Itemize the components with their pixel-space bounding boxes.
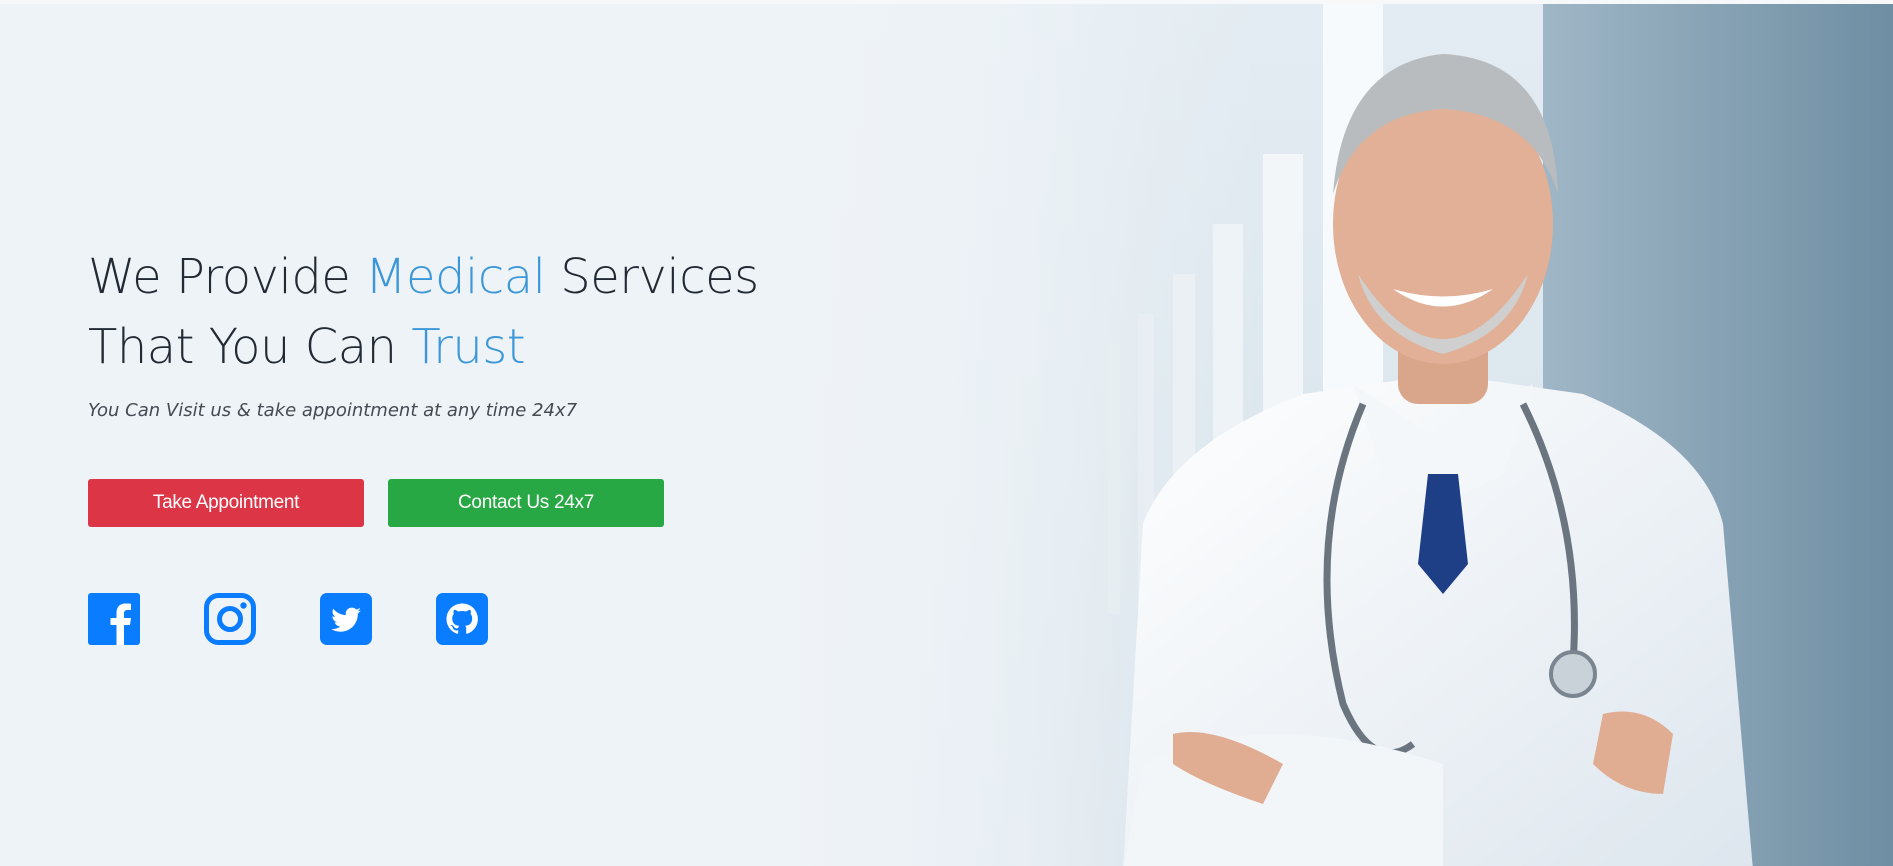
headline-line1-suffix: Services bbox=[545, 249, 759, 305]
hero-section: We Provide Medical Services That You Can… bbox=[0, 0, 1893, 866]
github-icon bbox=[436, 593, 488, 645]
instagram-link[interactable] bbox=[204, 593, 256, 645]
doctor-photo bbox=[743, 4, 1893, 866]
twitter-link[interactable] bbox=[320, 593, 372, 645]
headline-line2-prefix: That You Can bbox=[88, 319, 412, 375]
social-links bbox=[88, 593, 808, 645]
twitter-icon bbox=[320, 593, 372, 645]
headline-accent-trust: Trust bbox=[411, 319, 526, 375]
hero-subtitle: You Can Visit us & take appointment at a… bbox=[88, 400, 578, 421]
hero-buttons: Take Appointment Contact Us 24x7 bbox=[88, 479, 808, 527]
hero-content: We Provide Medical Services That You Can… bbox=[88, 242, 808, 645]
take-appointment-button[interactable]: Take Appointment bbox=[88, 479, 364, 527]
contact-us-button[interactable]: Contact Us 24x7 bbox=[388, 479, 664, 527]
hero-headline: We Provide Medical Services That You Can… bbox=[88, 242, 808, 382]
headline-accent-medical: Medical bbox=[365, 249, 546, 305]
headline-line1-prefix: We Provide bbox=[88, 249, 366, 305]
instagram-icon bbox=[204, 593, 256, 645]
github-link[interactable] bbox=[436, 593, 488, 645]
facebook-icon bbox=[88, 593, 140, 645]
facebook-link[interactable] bbox=[88, 593, 140, 645]
